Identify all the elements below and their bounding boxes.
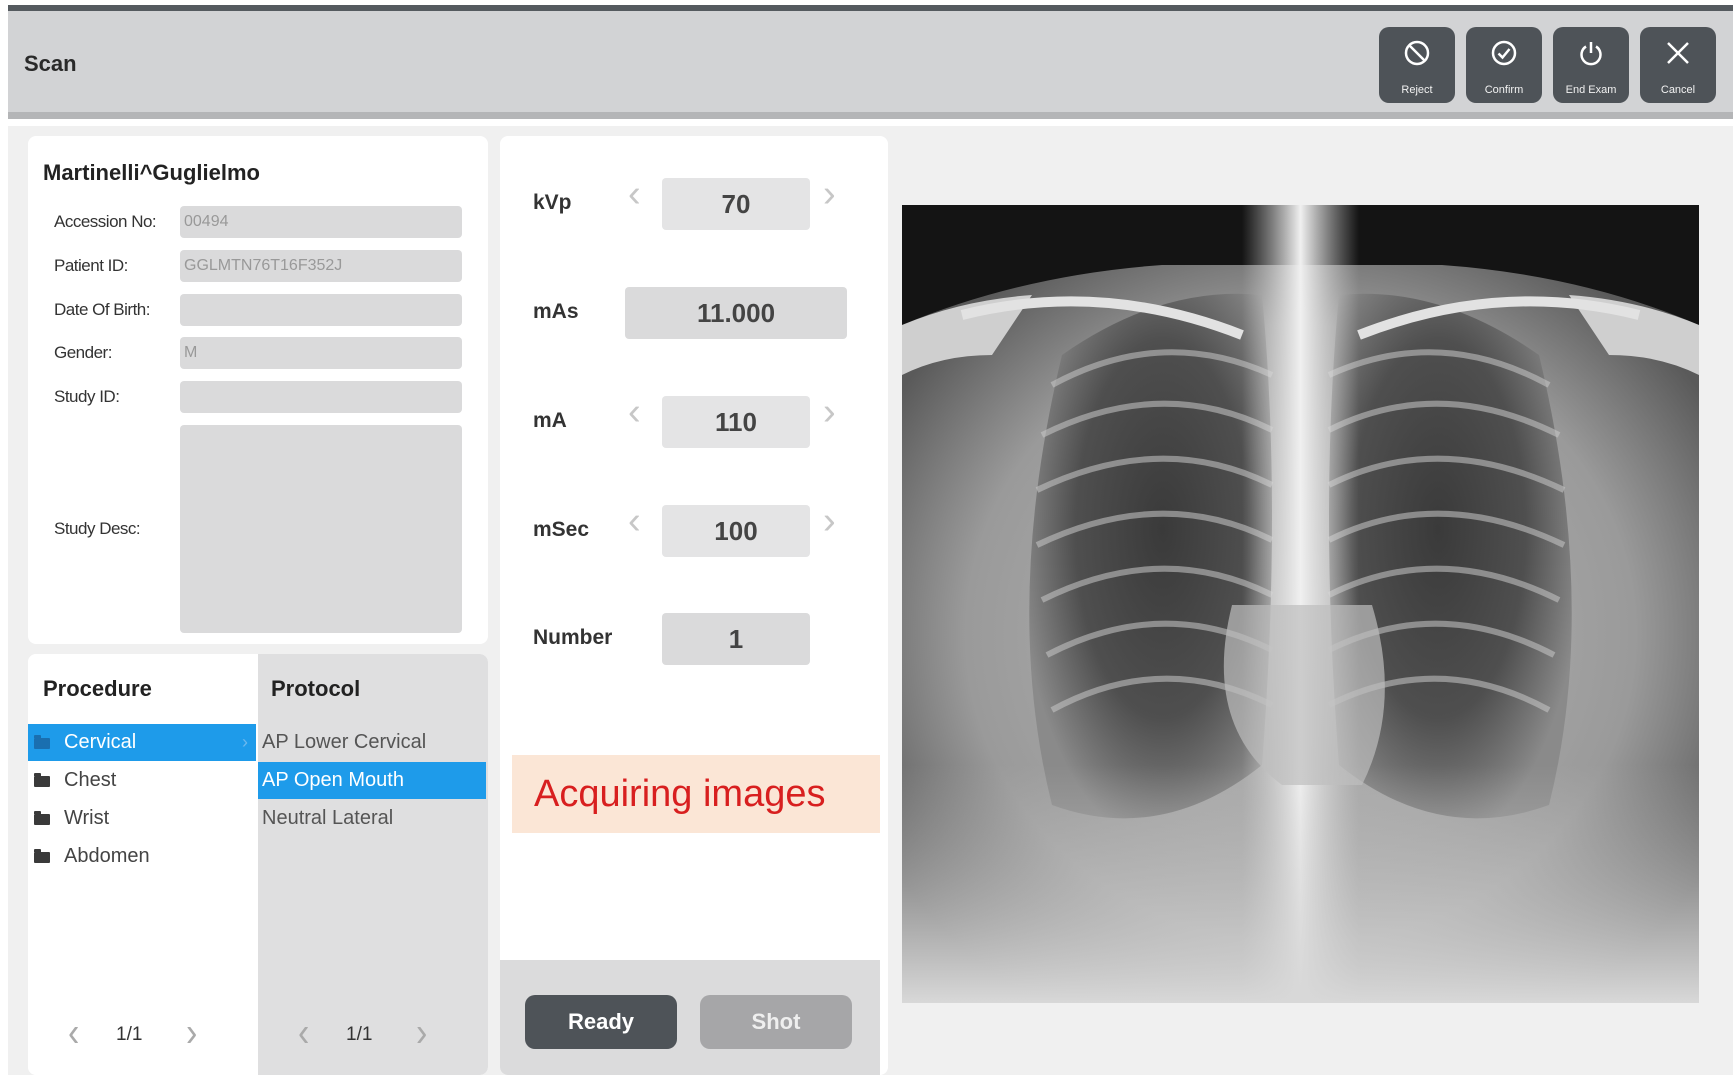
page-title: Scan — [24, 51, 77, 76]
gender-label: Gender: — [54, 343, 112, 362]
ready-button[interactable]: Ready — [525, 995, 677, 1049]
ma-decrease-chevron-left-icon[interactable]: ‹ — [628, 392, 641, 432]
protocol-page-indicator: 1/1 — [346, 1024, 373, 1045]
number-value: 1 — [662, 613, 810, 665]
action-bar: Ready Shot — [500, 960, 880, 1075]
kvp-increase-chevron-right-icon[interactable]: › — [823, 174, 836, 214]
protocol-pager: ‹ 1/1 › — [298, 1013, 438, 1056]
folder-icon — [34, 735, 50, 749]
kvp-value[interactable]: 70 — [662, 178, 810, 230]
study-id-label: Study ID: — [54, 387, 120, 406]
patient-id-label: Patient ID: — [54, 256, 128, 275]
reject-label: Reject — [1401, 84, 1433, 96]
patient-id-field[interactable] — [180, 250, 462, 282]
folder-icon — [34, 811, 50, 825]
confirm-check-icon — [1491, 40, 1517, 66]
acquisition-status: Acquiring images — [512, 755, 880, 833]
procedure-title: Procedure — [43, 676, 152, 701]
kvp-decrease-chevron-left-icon[interactable]: ‹ — [628, 174, 641, 214]
protocol-title: Protocol — [271, 676, 361, 701]
reject-button[interactable]: Reject — [1379, 27, 1455, 103]
study-id-field[interactable] — [180, 381, 462, 413]
ma-increase-chevron-right-icon[interactable]: › — [823, 392, 836, 432]
kvp-label: kVp — [533, 191, 572, 214]
study-desc-label: Study Desc: — [54, 519, 141, 538]
protocol-column: Protocol AP Lower Cervical AP Open Mouth… — [258, 654, 488, 1075]
folder-icon — [34, 773, 50, 787]
chevron-right-icon: › — [242, 732, 248, 752]
mas-label: mAs — [533, 300, 579, 323]
accession-field[interactable] — [180, 206, 462, 238]
chevron-right-icon[interactable]: › — [416, 1013, 427, 1054]
patient-info-card: Martinelli^Guglielmo Accession No: Patie… — [28, 136, 488, 644]
procedure-item-label: Cervical — [64, 731, 137, 753]
procedure-item-label: Abdomen — [64, 845, 150, 867]
exposure-params-panel: kVp ‹ 70 › mAs 11.000 mA ‹ 110 › mSec ‹ … — [500, 136, 888, 1075]
folder-icon — [34, 849, 50, 863]
procedure-protocol-panel: Procedure Cervical › Chest Wrist Abdomen… — [28, 654, 488, 1075]
xray-image-viewer[interactable] — [902, 205, 1699, 1003]
confirm-label: Confirm — [1484, 84, 1524, 96]
dob-label: Date Of Birth: — [54, 300, 150, 319]
study-desc-field[interactable] — [180, 425, 462, 633]
procedure-page-indicator: 1/1 — [116, 1024, 143, 1045]
header-bar: Scan Reject Confirm End Exam Cancel — [8, 11, 1733, 119]
chest-xray-image — [902, 205, 1699, 1003]
chevron-right-icon[interactable]: › — [186, 1013, 197, 1054]
msec-label: mSec — [533, 518, 590, 541]
msec-value[interactable]: 100 — [662, 505, 810, 557]
procedure-item-label: Chest — [64, 769, 117, 791]
power-icon — [1580, 42, 1602, 66]
ma-label: mA — [533, 409, 567, 432]
procedure-pager: ‹ 1/1 › — [68, 1013, 208, 1056]
number-label: Number — [533, 626, 613, 649]
procedure-item-label: Wrist — [64, 807, 110, 829]
procedure-column: Procedure Cervical › Chest Wrist Abdomen… — [28, 654, 258, 1075]
dob-field[interactable] — [180, 294, 462, 326]
close-icon — [1667, 42, 1689, 64]
procedure-item-cervical[interactable]: Cervical › — [28, 724, 256, 761]
shot-button[interactable]: Shot — [700, 995, 852, 1049]
procedure-item-abdomen[interactable]: Abdomen — [28, 838, 256, 875]
accession-label: Accession No: — [54, 212, 157, 231]
mas-value: 11.000 — [625, 287, 847, 339]
protocol-item[interactable]: AP Lower Cervical — [258, 724, 486, 761]
procedure-item-chest[interactable]: Chest — [28, 762, 256, 799]
confirm-button[interactable]: Confirm — [1466, 27, 1542, 103]
chevron-left-icon[interactable]: ‹ — [298, 1013, 309, 1054]
chevron-left-icon[interactable]: ‹ — [68, 1013, 79, 1054]
protocol-item-selected[interactable]: AP Open Mouth — [258, 762, 486, 799]
end-exam-label: End Exam — [1565, 84, 1617, 96]
procedure-item-wrist[interactable]: Wrist — [28, 800, 256, 837]
ma-value[interactable]: 110 — [662, 396, 810, 448]
end-exam-button[interactable]: End Exam — [1553, 27, 1629, 103]
reject-icon — [1404, 40, 1430, 66]
protocol-item[interactable]: Neutral Lateral — [258, 800, 486, 837]
patient-name: Martinelli^Guglielmo — [43, 160, 260, 185]
cancel-button[interactable]: Cancel — [1640, 27, 1716, 103]
gender-field[interactable] — [180, 337, 462, 369]
cancel-label: Cancel — [1660, 84, 1696, 96]
msec-increase-chevron-right-icon[interactable]: › — [823, 501, 836, 541]
msec-decrease-chevron-left-icon[interactable]: ‹ — [628, 501, 641, 541]
